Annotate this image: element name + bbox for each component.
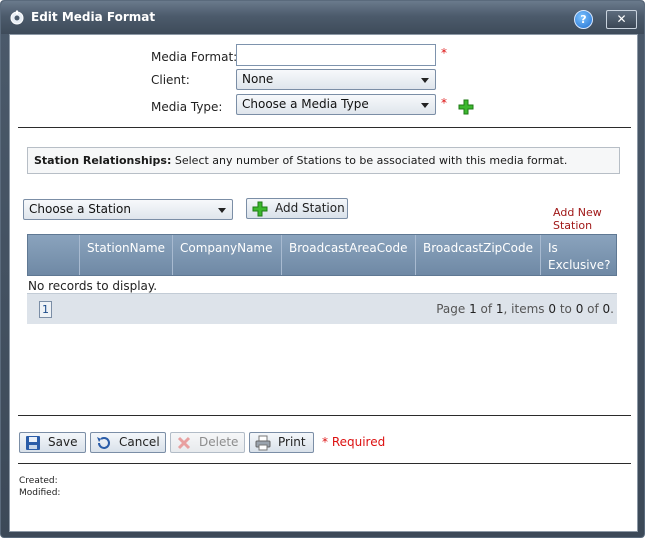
dialog-title: Edit Media Format [31, 10, 156, 24]
chevron-down-icon [421, 103, 429, 108]
print-button[interactable]: Print [249, 432, 314, 453]
pager-pages: 1 [495, 302, 504, 316]
pager-text: Page [436, 302, 470, 316]
pager-text: of [476, 302, 496, 316]
client-label: Client: [151, 73, 190, 87]
plus-icon [252, 201, 268, 217]
app-icon [10, 10, 24, 25]
close-button[interactable]: ✕ [606, 10, 637, 29]
stations-grid-header: StationName CompanyName BroadcastAreaCod… [27, 234, 617, 276]
save-icon [26, 436, 40, 450]
media-type-label: Media Type: [151, 100, 223, 114]
media-format-label: Media Format: [151, 50, 238, 64]
undo-icon [97, 437, 110, 449]
cancel-button[interactable]: Cancel [90, 432, 166, 453]
pager-page: 1 [469, 302, 477, 316]
grid-header-is-exclusive[interactable]: Is Exclusive? [540, 235, 616, 275]
help-icon[interactable]: ? [574, 10, 593, 29]
chevron-down-icon [421, 78, 429, 83]
station-select-value: Choose a Station [29, 202, 131, 216]
modified-label: Modified: [19, 488, 61, 498]
grid-header-stationname[interactable]: StationName [79, 235, 172, 275]
pager-from: 0 [548, 302, 556, 316]
media-format-required-mark: * [441, 46, 447, 60]
chevron-down-icon [218, 208, 226, 213]
delete-button[interactable]: Delete [170, 432, 245, 453]
pager-text: , items [503, 302, 549, 316]
footer-divider [18, 463, 631, 464]
actions-divider [18, 415, 631, 416]
client-select-value: None [242, 72, 274, 86]
station-relationships-description: Select any number of Stations to be asso… [171, 154, 568, 167]
media-format-input[interactable] [236, 44, 436, 66]
grid-empty-message: No records to display. [28, 279, 158, 293]
grid-header-blank [28, 235, 79, 275]
page-number-button[interactable]: 1 [39, 301, 52, 318]
required-note: * Required [322, 435, 386, 449]
add-media-type-icon[interactable] [458, 99, 474, 115]
grid-header-broadcastzipcode[interactable]: BroadcastZipCode [415, 235, 540, 275]
station-relationships-title: Station Relationships: [34, 154, 172, 167]
delete-label: Delete [199, 435, 239, 449]
save-label: Save [48, 435, 78, 449]
pager-text: to [556, 302, 576, 316]
add-station-label: Add Station [275, 201, 345, 215]
grid-header-broadcastareacode[interactable]: BroadcastAreaCode [281, 235, 415, 275]
grid-pager: 1 Page 1 of 1, items 0 to 0 of 0. [27, 293, 617, 324]
cancel-label: Cancel [119, 435, 160, 449]
dialog-content: Media Format: * Client: None Media Type:… [9, 34, 638, 532]
media-type-required-mark: * [441, 96, 447, 110]
created-label: Created: [19, 476, 58, 486]
media-type-select-value: Choose a Media Type [242, 97, 369, 111]
printer-icon [255, 435, 271, 451]
title-bar[interactable]: Edit Media Format ? ✕ [1, 1, 644, 34]
grid-header-companyname[interactable]: CompanyName [172, 235, 281, 275]
pager-text: of [583, 302, 603, 316]
add-new-station-link[interactable]: Add New Station [553, 206, 637, 232]
add-station-button[interactable]: Add Station [246, 198, 348, 219]
media-type-select[interactable]: Choose a Media Type [236, 94, 436, 115]
pager-text: . [610, 302, 614, 316]
station-select[interactable]: Choose a Station [23, 199, 233, 220]
save-button[interactable]: Save [19, 432, 86, 453]
section-divider [18, 127, 631, 128]
print-label: Print [278, 435, 306, 449]
client-select[interactable]: None [236, 69, 436, 90]
pager-info: Page 1 of 1, items 0 to 0 of 0. [436, 302, 614, 316]
edit-media-format-dialog: Edit Media Format ? ✕ Media Format: * Cl… [0, 0, 645, 538]
delete-icon [177, 436, 191, 450]
station-relationships-info: Station Relationships: Select any number… [27, 147, 620, 174]
